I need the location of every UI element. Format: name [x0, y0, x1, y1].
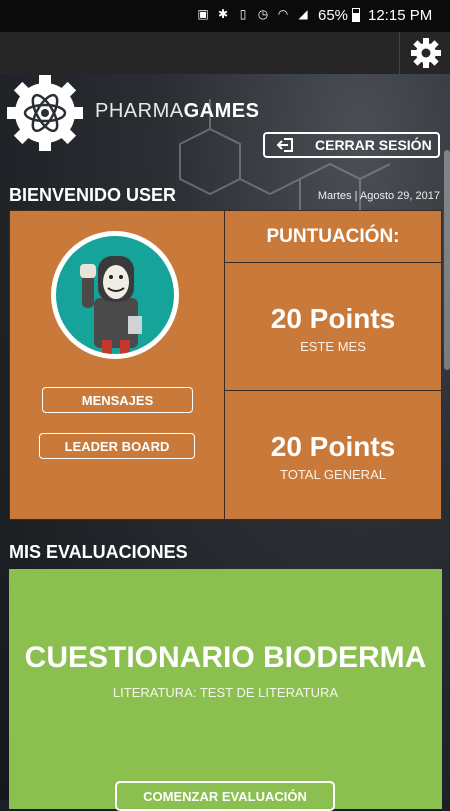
monthly-points-label: ESTE MES — [300, 339, 366, 354]
app-bar — [0, 32, 450, 74]
start-evaluation-button[interactable]: COMENZAR EVALUACIÓN — [115, 781, 335, 811]
monthly-score-panel: 20 Points ESTE MES — [224, 262, 442, 391]
avatar-image — [56, 236, 174, 354]
messages-button[interactable]: MENSAJES — [42, 387, 193, 413]
brand-name-light: PHARMA — [95, 100, 184, 122]
status-icons: ▣ ✱ ▯ ◷ ◠ ◢ — [196, 7, 310, 21]
logout-label: CERRAR SESIÓN — [315, 137, 432, 153]
alarm-icon: ◷ — [257, 7, 269, 21]
welcome-heading: BIENVENIDO USER — [9, 185, 177, 205]
clock: 12:15 PM — [368, 7, 433, 24]
battery-icon — [352, 8, 360, 22]
logout-icon — [276, 138, 293, 152]
status-bar: ▣ ✱ ▯ ◷ ◠ ◢ 65% 12:15 PM — [0, 0, 450, 32]
total-points: 20 Points — [270, 431, 396, 462]
evaluation-title: CUESTIONARIO BIODERMA — [24, 641, 427, 674]
score-heading: PUNTUACIÓN: — [224, 210, 442, 263]
evaluations-heading: MIS EVALUACIONES — [9, 542, 188, 562]
monthly-points: 20 Points — [270, 303, 396, 334]
nfc-icon: ▣ — [197, 7, 209, 21]
scroll-indicator — [444, 150, 450, 370]
total-score-panel: 20 Points TOTAL GENERAL — [224, 390, 442, 520]
evaluation-subtitle: LITERATURA: TEST DE LITERATURA — [112, 685, 339, 700]
avatar-character-icon — [80, 256, 142, 354]
avatar[interactable] — [51, 231, 179, 359]
logout-button[interactable]: CERRAR SESIÓN — [263, 132, 440, 158]
total-points-label: TOTAL GENERAL — [280, 467, 386, 482]
vibrate-icon: ▯ — [239, 7, 247, 21]
app-bar-divider — [399, 32, 400, 74]
bluetooth-icon: ✱ — [217, 7, 229, 21]
wifi-icon: ◠ — [277, 7, 289, 21]
brand-name-bold: GAMES — [183, 100, 260, 122]
leaderboard-button[interactable]: LEADER BOARD — [39, 433, 195, 459]
current-date: Martes | Agosto 29, 2017 — [317, 190, 440, 202]
atom-logo-icon — [7, 75, 83, 151]
profile-panel: MENSAJES LEADER BOARD — [9, 210, 225, 520]
signal-icon: ◢ — [298, 7, 308, 21]
evaluation-card[interactable]: CUESTIONARIO BIODERMA LITERATURA: TEST D… — [9, 569, 442, 811]
brand-name: PHARMAGAMES — [95, 100, 259, 123]
battery-percent: 65% — [318, 7, 349, 24]
gear-icon[interactable] — [408, 35, 444, 71]
